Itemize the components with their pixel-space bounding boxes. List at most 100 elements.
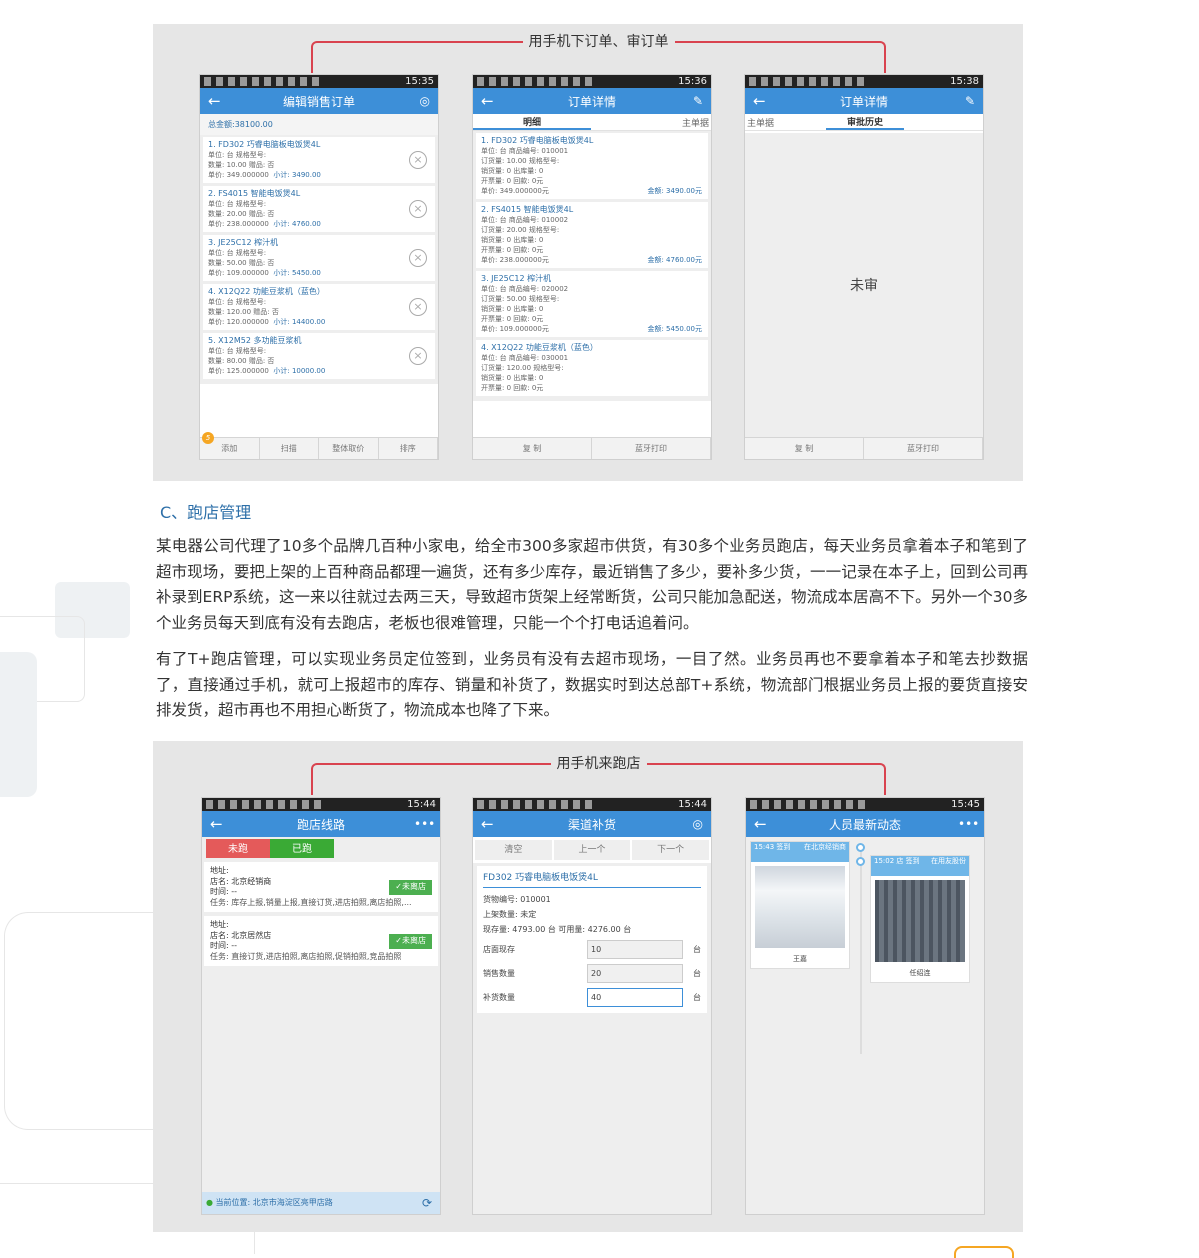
scan-button[interactable]: 扫描 [260, 438, 319, 459]
list-item[interactable]: 3. JE25C12 榨汁机 单位: 台 商品编号: 020002 订货量: 5… [476, 271, 708, 337]
tab-approval-history[interactable]: 审批历史 [825, 115, 905, 130]
status-bar: 15:35 [200, 75, 438, 88]
refresh-icon[interactable]: ⟳ [422, 1192, 432, 1214]
phone-staff-feed: 15:45 ← 人员最新动态 ••• 15:43 签到 在北京经销商 王嘉 15:… [745, 797, 985, 1215]
location-pin-icon: ● [206, 1198, 213, 1207]
decor-line [254, 1232, 255, 1254]
timeline-dot [856, 843, 865, 852]
next-button[interactable]: 下一个 [632, 840, 710, 860]
back-arrow-icon[interactable]: ← [481, 92, 499, 110]
location-bar: ● 当前位置: 北京市海淀区亮甲店路 ⟳ [202, 1192, 440, 1214]
screen-title: 人员最新动态 [828, 817, 901, 832]
delete-icon[interactable]: × [409, 200, 427, 218]
tab-visited[interactable]: 已跑 [270, 839, 334, 860]
list-item[interactable]: 5. X12M52 多功能豆浆机 单位: 台 规格型号: 数量: 80.00 赠… [203, 333, 435, 379]
feed-post[interactable]: 15:43 签到 在北京经销商 王嘉 [750, 841, 850, 969]
phone-channel-restock: 15:44 ← 渠道补货 ◎ 清空 上一个 下一个 FD302 巧睿电脑板电饭煲… [472, 797, 712, 1215]
store-visit-screenshots-panel: 用手机来跑店 15:44 ← 跑店线路 ••• 未跑 已跑 地址: 店名: 北京… [153, 741, 1023, 1232]
bluetooth-print-button[interactable]: 蓝牙打印 [592, 438, 711, 459]
decor-outline [4, 912, 154, 1130]
status-bar: 15:44 [473, 798, 711, 811]
bottom-toolbar: 复 制 蓝牙打印 [745, 437, 983, 459]
delete-icon[interactable]: × [409, 347, 427, 365]
approval-status: 未审 [850, 278, 878, 294]
restock-qty-field[interactable]: 40 [587, 987, 683, 1007]
decor-block [0, 652, 37, 797]
delete-icon[interactable]: × [409, 249, 427, 267]
restock-actions: 清空 上一个 下一个 [473, 837, 711, 863]
back-arrow-icon[interactable]: ← [210, 815, 228, 833]
delete-icon[interactable]: × [409, 151, 427, 169]
list-item[interactable]: 地址: 店名: 北京居然店 时间: -- 任务: 直接订货,进店拍照,离店拍照,… [204, 916, 438, 966]
phone-approval-history: 15:38 ← 订单详情 ✎ 主单据 审批历史 未审 复 制 蓝牙打印 [744, 74, 984, 460]
restock-body: 清空 上一个 下一个 FD302 巧睿电脑板电饭煲4L 货物编号: 010001… [473, 837, 711, 1214]
tab-detail[interactable]: 明细 [473, 115, 591, 130]
timeline-dot [856, 857, 865, 866]
restock-form: FD302 巧睿电脑板电饭煲4L 货物编号: 010001 上架数量: 未定 现… [477, 866, 707, 1013]
phone-edit-order: 15:35 ← 编辑销售订单 ◎ 总金额:38100.00 1. FD302 巧… [199, 74, 439, 460]
screen-title: 订单详情 [567, 94, 616, 109]
list-item[interactable]: 1. FD302 巧睿电脑板电饭煲4L 单位: 台 商品编号: 010001 订… [476, 133, 708, 199]
store-stock-field[interactable]: 10 [587, 939, 683, 959]
tab-not-visited[interactable]: 未跑 [206, 839, 270, 860]
sort-button[interactable]: 排序 [379, 438, 438, 459]
edit-icon[interactable]: ✎ [685, 94, 703, 108]
prev-button[interactable]: 上一个 [553, 840, 631, 860]
list-item[interactable]: 地址: 店名: 北京经销商 时间: -- 任务: 库存上报,销量上报,直接订货,… [204, 862, 438, 912]
list-item[interactable]: 3. JE25C12 榨汁机 单位: 台 规格型号: 数量: 50.00 赠品:… [203, 235, 435, 281]
title-bar: ← 订单详情 ✎ [745, 88, 983, 114]
back-arrow-icon[interactable]: ← [754, 815, 772, 833]
copy-button[interactable]: 复 制 [745, 438, 864, 459]
section-heading: C、跑店管理 [160, 503, 252, 522]
screen-title: 跑店线路 [296, 817, 345, 832]
confirm-icon[interactable]: ◎ [412, 94, 430, 108]
sales-qty-field[interactable]: 20 [587, 963, 683, 983]
get-price-button[interactable]: 整体取价 [319, 438, 379, 459]
title-bar: ← 人员最新动态 ••• [746, 811, 984, 837]
back-arrow-icon[interactable]: ← [753, 92, 771, 110]
checkin-photo [875, 880, 965, 962]
list-item[interactable]: 1. FD302 巧睿电脑板电饭煲4L 单位: 台 规格型号: 数量: 10.0… [203, 137, 435, 183]
back-arrow-icon[interactable]: ← [208, 92, 226, 110]
form-row: 补货数量 40 台 [483, 985, 701, 1009]
current-location: 当前位置: 北京市海淀区亮甲店路 [215, 1198, 333, 1207]
more-icon[interactable]: ••• [958, 817, 979, 831]
detail-tabs: 明细 主单据 [473, 114, 711, 131]
edit-icon[interactable]: ✎ [957, 94, 975, 108]
more-icon[interactable]: ••• [414, 817, 435, 831]
clear-button[interactable]: 清空 [475, 840, 552, 860]
list-item[interactable]: 2. FS4015 智能电饭煲4L 单位: 台 商品编号: 010002 订货量… [476, 202, 708, 268]
title-bar: ← 编辑销售订单 ◎ [200, 88, 438, 114]
tab-main-doc[interactable]: 主单据 [745, 116, 826, 129]
list-item[interactable]: 2. FS4015 智能电饭煲4L 单位: 台 规格型号: 数量: 20.00 … [203, 186, 435, 232]
add-button[interactable]: 5 添加 [200, 432, 260, 459]
phone-order-detail: 15:36 ← 订单详情 ✎ 明细 主单据 1. FD302 巧睿电脑板电饭煲4… [472, 74, 712, 460]
store-list: 地址: 店名: 北京经销商 时间: -- 任务: 库存上报,销量上报,直接订货,… [202, 858, 440, 1192]
bottom-toolbar: 复 制 蓝牙打印 [473, 437, 711, 459]
tab-main-doc[interactable]: 主单据 [591, 116, 711, 129]
feed-post[interactable]: 15:02 店 签到 在用友股份 任绍连 [870, 855, 970, 983]
checkin-photo [755, 866, 845, 948]
confirm-icon[interactable]: ◎ [685, 817, 703, 831]
order-total: 总金额:38100.00 [200, 114, 438, 135]
screen-title: 编辑销售订单 [282, 94, 355, 109]
decor-line [0, 1183, 154, 1184]
order-item-list: 1. FD302 巧睿电脑板电饭煲4L 单位: 台 规格型号: 数量: 10.0… [200, 135, 438, 384]
title-bar: ← 跑店线路 ••• [202, 811, 440, 837]
decor-tab [954, 1246, 1014, 1258]
feed-area: 15:43 签到 在北京经销商 王嘉 15:02 店 签到 在用友股份 任绍连 [746, 837, 984, 1214]
delete-icon[interactable]: × [409, 298, 427, 316]
screen-title: 渠道补货 [567, 817, 616, 832]
checkout-button[interactable]: ✓未离店 [389, 934, 432, 949]
title-bar: ← 订单详情 ✎ [473, 88, 711, 114]
bluetooth-print-button[interactable]: 蓝牙打印 [864, 438, 983, 459]
body-paragraph: 有了T+跑店管理，可以实现业务员定位签到，业务员有没有去超市现场，一目了然。业务… [156, 650, 1028, 720]
list-item[interactable]: 4. X12Q22 功能豆浆机（蓝色） 单位: 台 规格型号: 数量: 120.… [203, 284, 435, 330]
copy-button[interactable]: 复 制 [473, 438, 592, 459]
back-arrow-icon[interactable]: ← [481, 815, 499, 833]
timeline [860, 845, 862, 1054]
form-row: 销售数量 20 台 [483, 961, 701, 985]
checkout-button[interactable]: ✓未离店 [389, 880, 432, 895]
list-item[interactable]: 4. X12Q22 功能豆浆机（蓝色） 单位: 台 商品编号: 030001 订… [476, 340, 708, 396]
order-screenshots-panel: 用手机下订单、审订单 15:35 ← 编辑销售订单 ◎ 总金额:38100.00… [153, 24, 1023, 481]
